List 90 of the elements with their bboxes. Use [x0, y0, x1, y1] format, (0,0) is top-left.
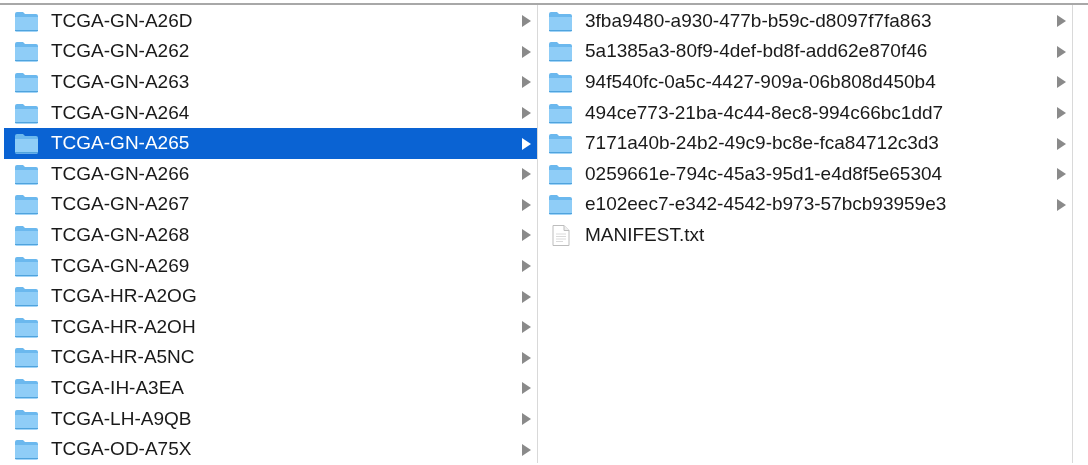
file-list-row[interactable]: TCGA-GN-A262 — [4, 36, 537, 68]
folder-icon — [14, 41, 39, 63]
item-name: 7171a40b-24b2-49c9-bc8e-fca84712c3d3 — [585, 133, 939, 155]
folder-icon — [14, 194, 39, 216]
expand-arrow-icon — [1057, 107, 1066, 120]
folder-icon — [548, 41, 573, 63]
file-list-row[interactable]: TCGA-IH-A3EA — [4, 373, 537, 404]
file-list-row[interactable]: TCGA-HR-A2OG — [4, 281, 537, 312]
folder-icon — [14, 255, 39, 277]
file-list-row[interactable]: TCGA-GN-A267 — [4, 189, 537, 221]
item-name: MANIFEST.txt — [585, 225, 705, 246]
file-list-row[interactable]: 3fba9480-a930-477b-b59c-d8097f7fa863 — [538, 6, 1072, 37]
file-list-row[interactable]: 94f540fc-0a5c-4427-909a-06b808d450b4 — [538, 67, 1072, 98]
expand-arrow-icon — [522, 229, 531, 242]
file-list-row[interactable]: TCGA-GN-A266 — [4, 158, 537, 190]
folder-icon — [14, 408, 39, 430]
file-list-row[interactable]: TCGA-GN-A264 — [4, 97, 537, 129]
expand-arrow-icon — [1057, 168, 1066, 181]
item-name: TCGA-LH-A9QB — [51, 408, 192, 430]
file-list-row[interactable]: TCGA-GN-A265 — [4, 128, 537, 159]
expand-arrow-icon — [522, 260, 531, 273]
file-list-row[interactable]: TCGA-HR-A5NC — [4, 342, 537, 374]
folder-icon — [548, 102, 573, 124]
file-list-row[interactable]: TCGA-HR-A2OH — [4, 311, 537, 343]
folder-icon — [548, 72, 573, 93]
expand-arrow-icon — [522, 321, 531, 334]
item-name: TCGA-HR-A5NC — [51, 347, 195, 369]
expand-arrow-icon — [522, 168, 531, 181]
folder-icon — [548, 163, 573, 185]
item-name: 0259661e-794c-45a3-95d1-e4d8f5e65304 — [585, 163, 943, 185]
file-list-row[interactable]: TCGA-LH-A9QB — [4, 403, 537, 435]
item-name: TCGA-GN-A267 — [51, 194, 190, 216]
file-list-row[interactable]: 5a1385a3-80f9-4def-bd8f-add62e870f46 — [538, 36, 1072, 68]
folder-icon — [548, 194, 573, 216]
folder-icon — [14, 286, 39, 308]
item-name: 494ce773-21ba-4c44-8ec8-994c66bc1dd7 — [585, 102, 944, 124]
item-name: 5a1385a3-80f9-4def-bd8f-add62e870f46 — [585, 41, 928, 63]
expand-arrow-icon — [1057, 198, 1066, 211]
file-list-row[interactable]: 494ce773-21ba-4c44-8ec8-994c66bc1dd7 — [538, 97, 1072, 129]
folder-icon — [548, 133, 573, 155]
item-name: TCGA-GN-A269 — [51, 255, 190, 277]
expand-arrow-icon — [522, 107, 531, 120]
item-name: TCGA-IH-A3EA — [51, 377, 185, 399]
expand-arrow-icon — [1057, 137, 1066, 150]
file-list-row[interactable]: TCGA-GN-A268 — [4, 220, 537, 251]
folder-icon — [14, 439, 39, 461]
item-name: TCGA-HR-A2OG — [51, 286, 197, 308]
item-name: e102eec7-e342-4542-b973-57bcb93959e3 — [585, 194, 947, 216]
expand-arrow-icon — [522, 45, 531, 58]
expand-arrow-icon — [1057, 76, 1066, 89]
expand-arrow-icon — [522, 413, 531, 425]
item-name: TCGA-GN-A26D — [51, 10, 193, 32]
file-list-row[interactable]: TCGA-GN-A269 — [4, 250, 537, 282]
expand-arrow-icon — [522, 382, 531, 395]
folder-icon — [14, 10, 39, 32]
file-list-row[interactable]: MANIFEST.txt — [538, 220, 1072, 251]
expand-arrow-icon — [1057, 45, 1066, 58]
item-name: TCGA-GN-A262 — [51, 41, 190, 63]
item-name: TCGA-GN-A263 — [51, 72, 190, 93]
expand-arrow-icon — [522, 351, 531, 364]
item-name: TCGA-OD-A75X — [51, 439, 192, 461]
file-list-row[interactable]: 7171a40b-24b2-49c9-bc8e-fca84712c3d3 — [538, 128, 1072, 159]
folder-icon — [14, 377, 39, 399]
item-name: TCGA-GN-A264 — [51, 102, 190, 124]
file-list-row[interactable]: e102eec7-e342-4542-b973-57bcb93959e3 — [538, 189, 1072, 221]
folder-icon — [14, 224, 39, 246]
folder-icon — [548, 10, 573, 32]
expand-arrow-icon — [522, 15, 531, 28]
expand-arrow-icon — [522, 137, 531, 150]
expand-arrow-icon — [522, 290, 531, 303]
folder-icon — [14, 347, 39, 369]
item-name: TCGA-GN-A266 — [51, 163, 190, 185]
item-name: TCGA-GN-A268 — [51, 225, 190, 246]
folder-icon — [14, 102, 39, 124]
folder-icon — [14, 133, 39, 155]
folder-icon — [14, 163, 39, 185]
expand-arrow-icon — [522, 76, 531, 89]
item-name: 94f540fc-0a5c-4427-909a-06b808d450b4 — [585, 72, 936, 93]
expand-arrow-icon — [1057, 15, 1066, 28]
expand-arrow-icon — [522, 443, 531, 456]
file-list-row[interactable]: TCGA-GN-A26D — [4, 6, 537, 37]
folder-icon — [14, 316, 39, 338]
file-list-row[interactable]: TCGA-OD-A75X — [4, 434, 537, 465]
item-name: TCGA-GN-A265 — [51, 133, 190, 155]
item-name: 3fba9480-a930-477b-b59c-d8097f7fa863 — [585, 10, 932, 32]
expand-arrow-icon — [522, 198, 531, 211]
file-list-row[interactable]: TCGA-GN-A263 — [4, 67, 537, 98]
file-list-row[interactable]: 0259661e-794c-45a3-95d1-e4d8f5e65304 — [538, 158, 1072, 190]
item-name: TCGA-HR-A2OH — [51, 316, 196, 338]
folder-icon — [14, 72, 39, 93]
